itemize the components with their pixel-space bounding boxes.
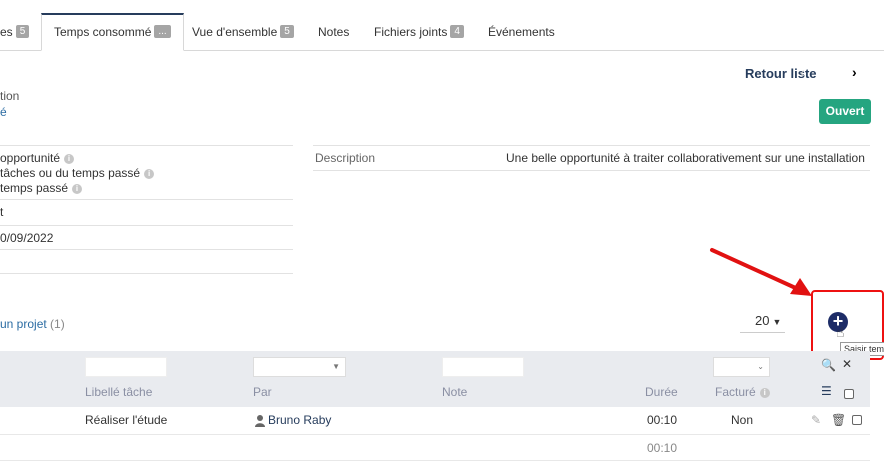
info-date: 0/09/2022 <box>0 231 54 245</box>
back-to-list-link[interactable]: Retour liste <box>745 66 817 81</box>
tab-bar: es 5 Temps consommé... Vue d'ensemble 5 No… <box>0 13 884 51</box>
row-task: Réaliser l'étude <box>85 413 168 427</box>
edit-icon[interactable]: ✎ <box>811 407 821 433</box>
section-count: (1) <box>50 317 65 331</box>
info-line: temps passé <box>0 181 69 195</box>
hand-cursor-icon: ☝ <box>836 324 845 340</box>
info-row-status: t <box>0 199 293 225</box>
page-size-value: 20 <box>755 313 770 328</box>
list-icon[interactable]: ☰ <box>821 384 832 398</box>
column-header-task: Libellé tâche <box>85 385 153 399</box>
tab-label: Vue d'ensemble <box>192 25 278 39</box>
column-header-duration: Durée <box>645 385 678 399</box>
row-user[interactable]: Bruno Raby <box>255 407 331 433</box>
tab-badge: ... <box>154 25 171 39</box>
row-checkbox[interactable] <box>852 415 862 425</box>
tab-label: Notes <box>318 25 350 39</box>
info-line: opportunité <box>0 151 61 165</box>
total-duration: 00:10 <box>647 441 678 455</box>
description-value: Une belle opportunité à traiter collabor… <box>506 151 865 165</box>
chevron-right-icon[interactable]: › <box>852 64 857 80</box>
chevron-left-icon[interactable]: ‹ <box>800 64 805 80</box>
row-duration: 00:10 <box>647 413 678 427</box>
tab-overview[interactable]: Vue d'ensemble 5 <box>192 13 294 51</box>
tab-label: Événements <box>488 25 555 39</box>
total-row: 00:10 <box>0 435 870 461</box>
billed-filter-select[interactable]: ⌄ <box>713 357 770 377</box>
red-arrow-annotation <box>710 248 812 296</box>
user-filter-select[interactable]: ▼ <box>253 357 346 377</box>
tab-badge: 4 <box>450 25 464 39</box>
info-row-links: opportunité i tâches ou du temps passé i t… <box>0 145 293 199</box>
table-row: Réaliser l'étude Bruno Raby 00:10 Non ✎ … <box>0 407 870 435</box>
tab-tasks[interactable]: es 5 <box>0 13 30 51</box>
user-icon <box>255 414 265 427</box>
tab-notes[interactable]: Notes <box>318 13 349 51</box>
task-filter-input[interactable] <box>85 357 167 377</box>
select-all-checkbox[interactable] <box>844 389 854 399</box>
tab-attached-files[interactable]: Fichiers joints 4 <box>374 13 464 51</box>
info-row-empty <box>0 249 293 274</box>
info-line: tâches ou du temps passé <box>0 166 141 180</box>
info-icon: i <box>759 387 770 398</box>
tab-badge: 5 <box>280 25 294 39</box>
column-header-billed: Facturé i <box>715 385 770 399</box>
tab-label: Temps consommé <box>54 25 152 39</box>
column-header-note: Note <box>442 385 468 399</box>
ref-link[interactable]: é <box>0 105 7 119</box>
info-panel: opportunité i tâches ou du temps passé i t… <box>0 145 293 274</box>
tab-label: es <box>0 25 13 39</box>
chevron-down-icon: ▼ <box>772 317 782 327</box>
note-filter-input[interactable] <box>442 357 524 377</box>
info-icon: i <box>144 168 155 179</box>
row-billed: Non <box>731 413 754 427</box>
status-badge: Ouvert <box>819 99 871 124</box>
info-value: t <box>0 205 4 219</box>
column-header-billed-text: Facturé <box>715 385 756 399</box>
column-header-by: Par <box>253 385 272 399</box>
section-title[interactable]: un projet (1) <box>0 317 65 331</box>
close-icon[interactable]: ✕ <box>842 357 852 371</box>
ref-label: tion <box>0 89 20 103</box>
description-label: Description <box>315 151 376 165</box>
page-size-select[interactable]: 20 ▼ <box>740 311 785 333</box>
info-icon: i <box>64 153 75 164</box>
trash-icon[interactable]: 🗑 <box>831 407 846 433</box>
row-user-name: Bruno Raby <box>268 413 332 427</box>
section-title-text: un projet <box>0 317 47 331</box>
info-row-date: 0/09/2022 <box>0 225 293 249</box>
description-row: Description Une belle opportunité à trai… <box>313 145 870 171</box>
search-icon[interactable]: 🔍 <box>821 358 836 372</box>
tab-time-spent[interactable]: Temps consommé... <box>41 13 184 51</box>
tab-badge: 5 <box>15 25 30 39</box>
tab-label: Fichiers joints <box>374 25 448 39</box>
table-header: ▼ ⌄ 🔍 ✕ Libellé tâche Par Note Durée Fac… <box>0 351 870 407</box>
tab-events[interactable]: Événements <box>488 13 555 51</box>
info-icon: i <box>72 183 83 194</box>
